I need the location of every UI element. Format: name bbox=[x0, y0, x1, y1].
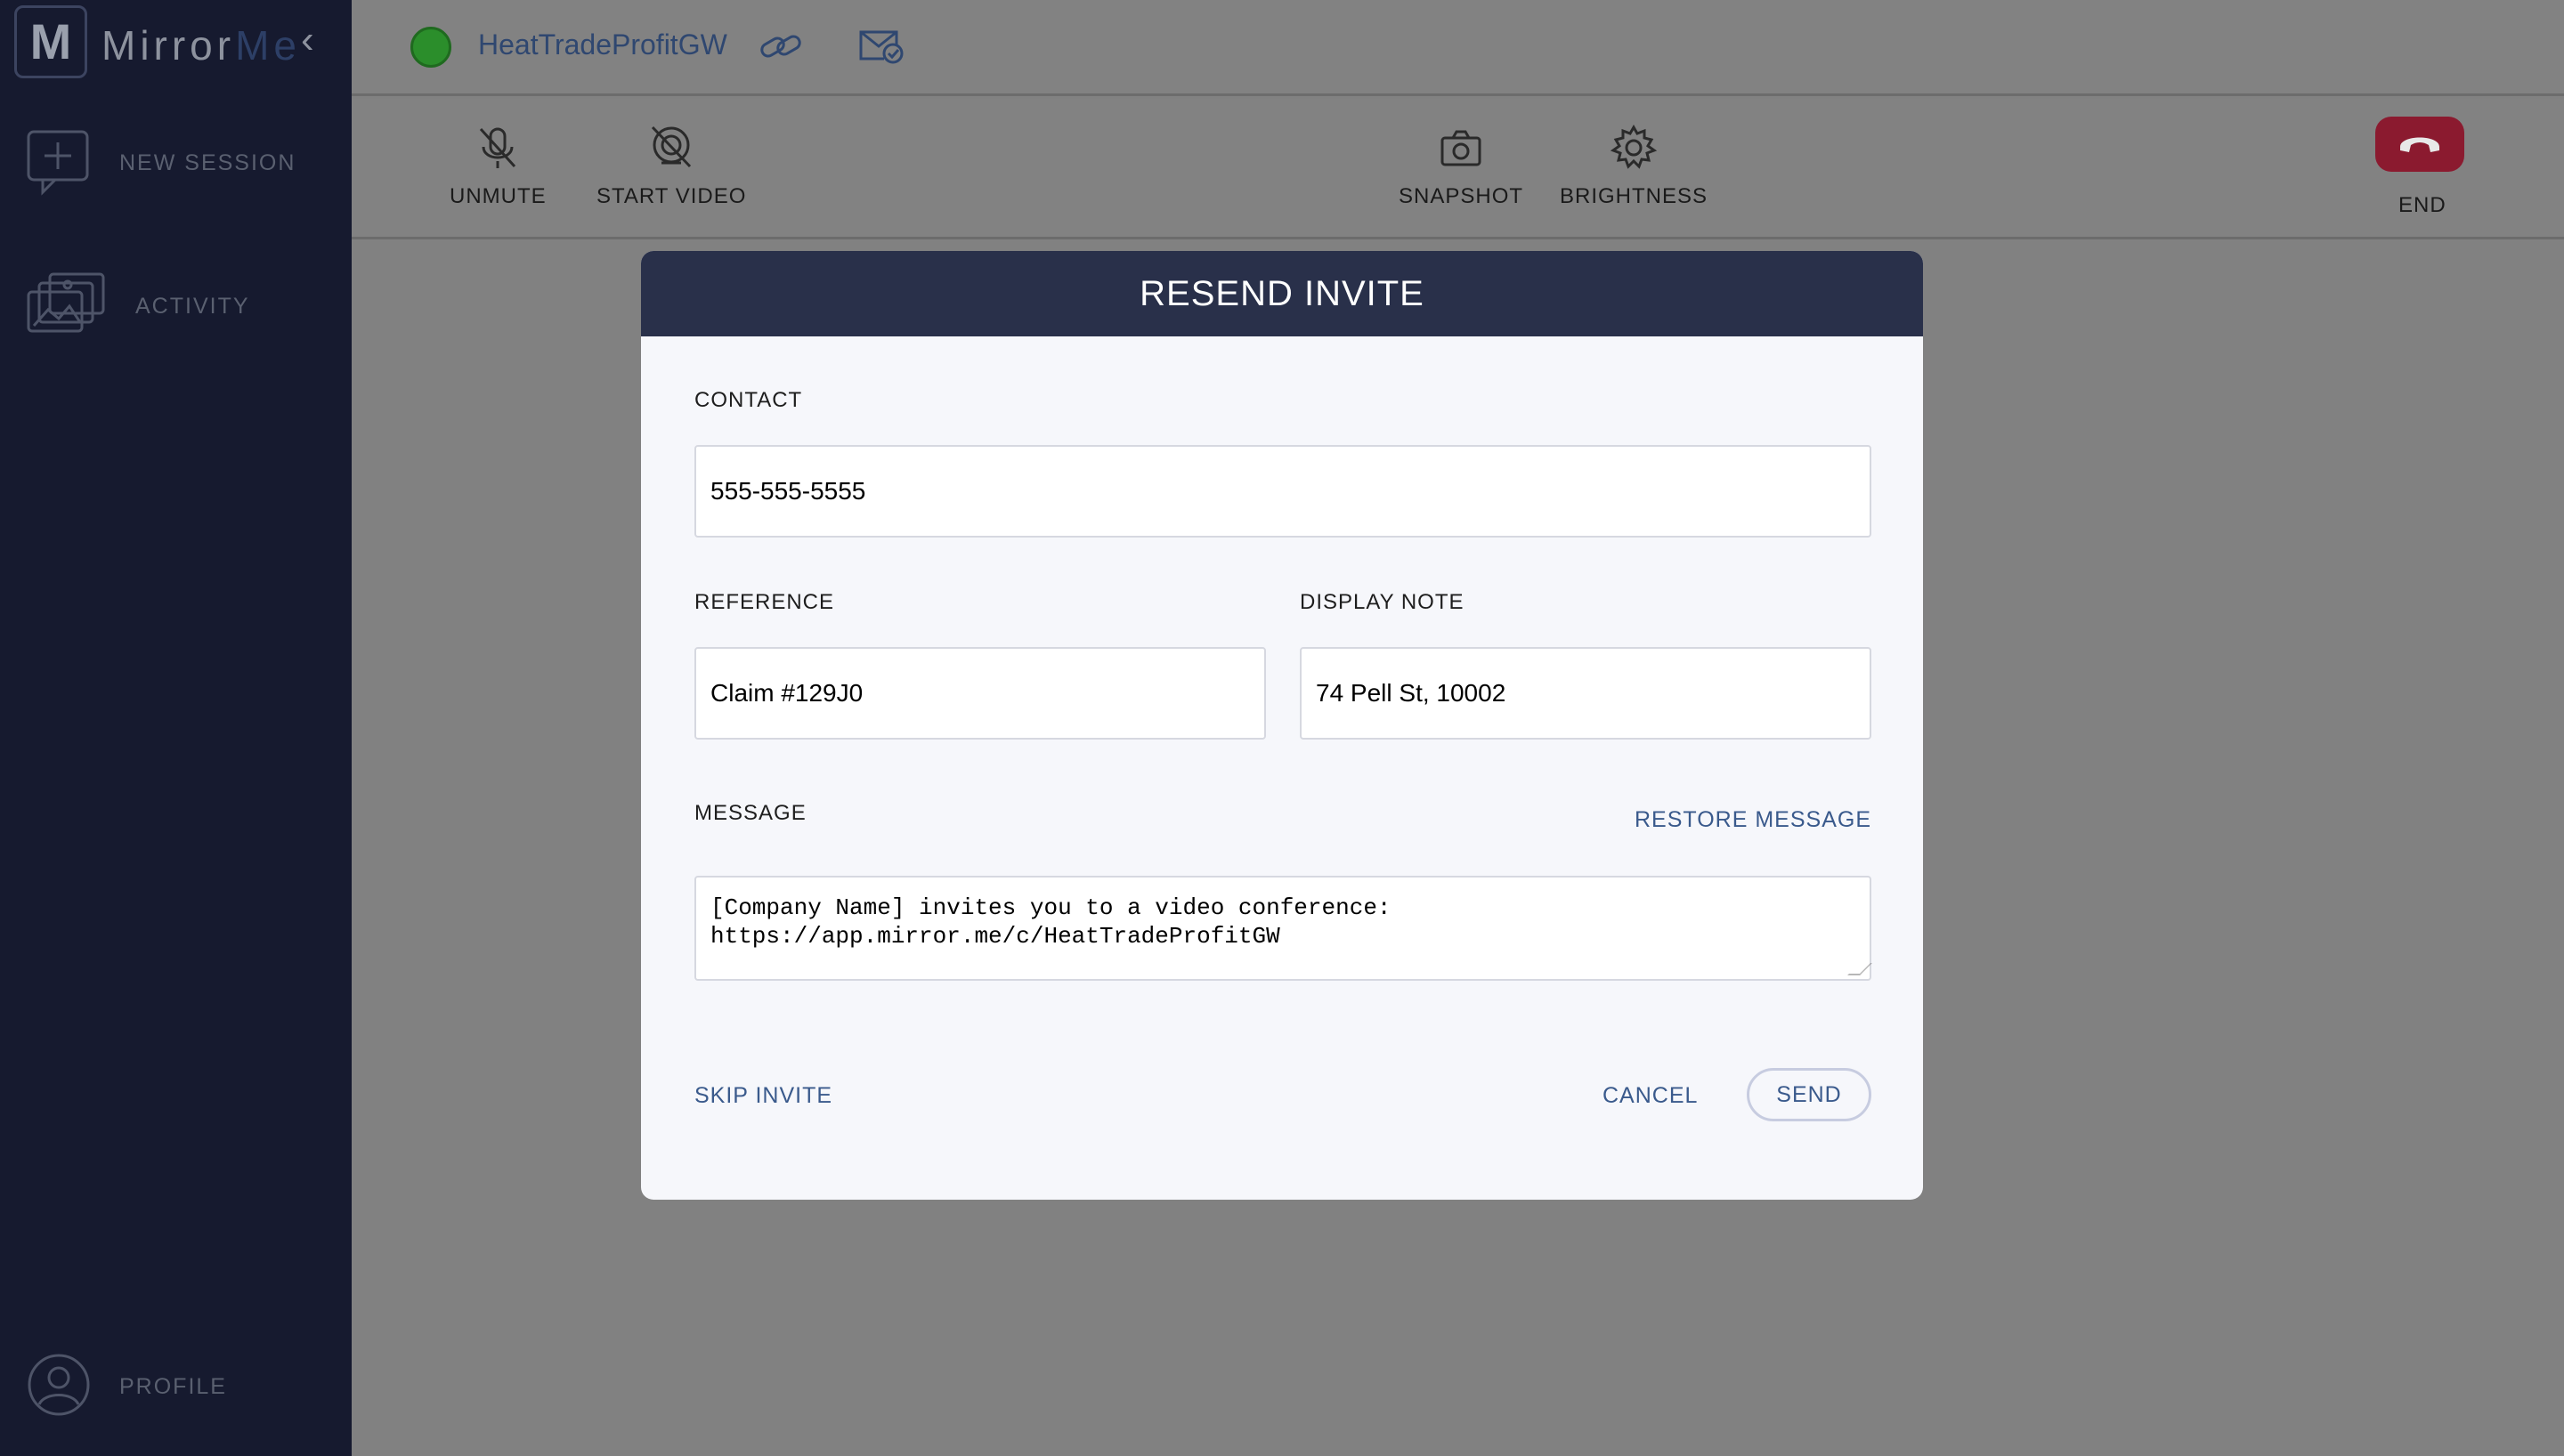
reference-label: REFERENCE bbox=[694, 590, 835, 614]
brightness-button[interactable]: BRIGHTNESS bbox=[1560, 124, 1708, 209]
app-logo[interactable]: M MirrorMe ‹ bbox=[14, 5, 344, 84]
sidebar-item-profile[interactable]: PROFILE bbox=[25, 1351, 337, 1431]
contact-label: CONTACT bbox=[694, 388, 803, 412]
skip-invite-link[interactable]: SKIP INVITE bbox=[694, 1083, 832, 1109]
snapshot-button[interactable]: SNAPSHOT bbox=[1399, 124, 1523, 209]
cancel-button[interactable]: CANCEL bbox=[1602, 1083, 1698, 1109]
logo-mark: M bbox=[14, 5, 87, 78]
contact-field[interactable]: 555-555-5555 bbox=[694, 445, 1871, 538]
restore-message-link[interactable]: RESTORE MESSAGE bbox=[1635, 807, 1871, 833]
session-name: HeatTradeProfitGW bbox=[478, 28, 727, 61]
reference-field[interactable]: Claim #129J0 bbox=[694, 647, 1266, 740]
logo-text-me: Me bbox=[235, 22, 301, 69]
display-note-field[interactable]: 74 Pell St, 10002 bbox=[1300, 647, 1871, 740]
sidebar-item-label: NEW SESSION bbox=[119, 150, 296, 175]
unmute-button[interactable]: UNMUTE bbox=[450, 124, 547, 209]
resend-invite-dialog: RESEND INVITE CONTACT 555-555-5555 REFER… bbox=[641, 251, 1923, 1200]
hang-up-icon bbox=[2400, 137, 2439, 152]
sidebar-item-label: PROFILE bbox=[119, 1374, 227, 1399]
start-video-button[interactable]: START VIDEO bbox=[596, 124, 746, 209]
camera-icon bbox=[1440, 130, 1481, 166]
logo-text: MirrorMe bbox=[101, 21, 301, 69]
message-text: [Company Name] invites you to a video co… bbox=[710, 894, 1392, 950]
video-off-icon bbox=[652, 125, 692, 168]
dialog-title: RESEND INVITE bbox=[641, 251, 1923, 336]
sidebar-item-activity[interactable]: ACTIVITY bbox=[25, 271, 337, 351]
end-call-button[interactable] bbox=[2375, 117, 2464, 172]
display-note-label: DISPLAY NOTE bbox=[1300, 590, 1465, 614]
session-header: HeatTradeProfitGW bbox=[352, 0, 2564, 96]
copy-link-icon[interactable] bbox=[758, 27, 804, 66]
send-button[interactable]: SEND bbox=[1747, 1068, 1871, 1121]
collapse-sidebar-icon[interactable]: ‹ bbox=[301, 18, 314, 62]
profile-icon bbox=[28, 1354, 90, 1416]
activity-icon bbox=[27, 272, 105, 333]
message-textarea[interactable]: [Company Name] invites you to a video co… bbox=[694, 876, 1872, 981]
snapshot-label: SNAPSHOT bbox=[1399, 184, 1524, 208]
resize-handle-icon[interactable] bbox=[1847, 963, 1872, 975]
end-label: END bbox=[2398, 193, 2446, 217]
unmute-label: UNMUTE bbox=[450, 184, 547, 208]
call-toolbar: UNMUTE START VIDEO SNAPSHOT BRIGHTNESS E… bbox=[352, 99, 2564, 239]
logo-text-mirror: Mirror bbox=[101, 22, 236, 69]
gear-icon bbox=[1610, 124, 1658, 169]
brightness-label: BRIGHTNESS bbox=[1560, 184, 1708, 208]
start-video-label: START VIDEO bbox=[596, 184, 747, 208]
status-indicator bbox=[410, 27, 451, 68]
sidebar-item-new-session[interactable]: NEW SESSION bbox=[25, 128, 337, 208]
sidebar: M MirrorMe ‹ NEW SESSION ACTIVITY PROFIL… bbox=[0, 0, 352, 1456]
microphone-off-icon bbox=[480, 127, 516, 168]
new-session-icon bbox=[27, 130, 89, 196]
message-label: MESSAGE bbox=[694, 801, 807, 825]
resend-invite-icon[interactable] bbox=[857, 28, 905, 64]
sidebar-item-label: ACTIVITY bbox=[135, 294, 250, 319]
